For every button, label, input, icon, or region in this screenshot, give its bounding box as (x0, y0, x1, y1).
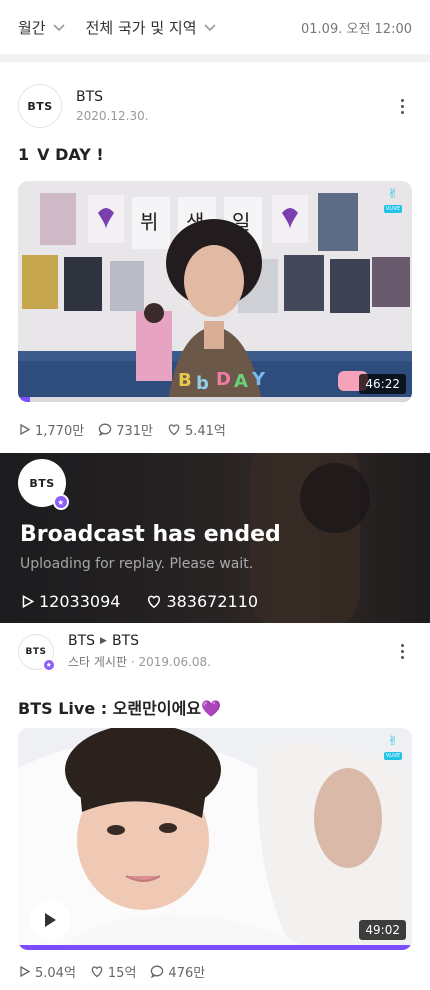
play-count: 1,770만 (18, 420, 84, 439)
author-name-text: BTS (68, 633, 96, 649)
video-duration: 46:22 (359, 374, 406, 394)
chevron-down-icon (203, 24, 216, 32)
play-count-text: 1,770만 (35, 424, 85, 439)
progress-track (18, 397, 412, 402)
post-header: BTS BTS 2020.12.30. (18, 84, 412, 128)
comment-icon (151, 965, 164, 978)
comment-count-text: 476만 (168, 966, 206, 981)
vlive-label: VLIVE (383, 205, 403, 213)
video-duration: 49:02 (359, 920, 406, 940)
thumbnail-image (18, 728, 412, 950)
chevron-down-icon (53, 24, 65, 32)
board-name: 스타 게시판 (68, 655, 128, 669)
play-count-text: 5.04억 (35, 966, 76, 981)
play-button[interactable] (30, 900, 70, 940)
author-name[interactable]: BTS (76, 89, 149, 105)
progress-bar (18, 945, 412, 950)
avatar-text: BTS (29, 476, 55, 490)
video-thumbnail[interactable]: ✌ VLIVE 49:02 (18, 728, 412, 950)
post-stats: 1,770만 731만 5.41억 (18, 420, 240, 439)
star-badge-icon: ★ (53, 494, 69, 510)
play-icon (45, 913, 56, 927)
period-filter-label: 월간 (18, 18, 46, 37)
vlive-logo: ✌ VLIVE (382, 734, 404, 764)
avatar[interactable]: BTS ★ (18, 633, 56, 672)
post-title-text: BTS Live : 오랜만이에요💜 (18, 699, 221, 718)
post-date: 2019.06.08. (138, 655, 211, 669)
heart-icon (168, 424, 180, 436)
more-options-icon[interactable] (392, 98, 412, 114)
play-icon (20, 965, 31, 978)
play-count: 12033094 (20, 592, 120, 611)
play-icon (20, 423, 31, 436)
post-header: BTS ★ BTS ▶ BTS 스타 게시판 · 2019.06.08. (18, 633, 412, 672)
thumbnail-image: 뷔 생 일 B b D A Y (18, 181, 412, 402)
broadcast-subtitle: Uploading for replay. Please wait. (20, 556, 254, 572)
svg-text:b: b (196, 373, 209, 394)
post-title-text: V DAY ! (37, 145, 104, 164)
avatar-text: BTS (27, 99, 53, 113)
vlive-logo: ✌ VLIVE (382, 187, 404, 217)
play-count-text: 12033094 (39, 592, 121, 611)
more-options-icon[interactable] (392, 644, 412, 659)
svg-text:뷔: 뷔 (140, 210, 158, 234)
svg-text:D: D (216, 369, 231, 390)
svg-text:Y: Y (251, 369, 266, 390)
svg-text:B: B (178, 370, 192, 391)
heart-icon (91, 966, 103, 978)
star-badge-icon: ★ (42, 657, 56, 672)
author-name-text: BTS (76, 89, 104, 105)
post-title[interactable]: BTS Live : 오랜만이에요💜 (18, 695, 221, 719)
update-timestamp: 01.09. 오전 12:00 (301, 21, 412, 37)
progress-bar (18, 397, 30, 402)
heart-icon (148, 595, 161, 609)
vlive-v-icon: ✌ (387, 187, 399, 202)
like-count-text: 15억 (107, 966, 137, 981)
author-name[interactable]: BTS ▶ BTS (68, 633, 211, 649)
like-count[interactable]: 15억 (90, 962, 137, 981)
post-date: 2020.12.30. (76, 109, 149, 123)
post-title[interactable]: 1 V DAY ! (18, 145, 104, 164)
rank-number: 1 (18, 145, 30, 164)
like-count[interactable]: 5.41억 (167, 420, 226, 439)
vlive-v-icon: ✌ (387, 734, 399, 749)
avatar-text: BTS (25, 646, 47, 657)
play-count: 5.04억 (18, 962, 76, 981)
broadcast-stats: 12033094 383672110 (20, 592, 284, 611)
comment-count[interactable]: 476만 (150, 962, 205, 981)
vlive-label: VLIVE (383, 752, 403, 760)
post-meta: 스타 게시판 · 2019.06.08. (68, 655, 211, 669)
svg-text:A: A (234, 371, 248, 392)
period-filter[interactable]: 월간 (18, 17, 66, 38)
region-filter-label: 전체 국가 및 지역 (85, 18, 197, 37)
target-name-text: BTS (111, 633, 140, 649)
filter-bar: 월간 전체 국가 및 지역 01.09. 오전 12:00 (0, 0, 430, 54)
broadcast-title: Broadcast has ended (20, 522, 281, 547)
video-thumbnail[interactable]: 뷔 생 일 B b D A Y ✌ VLIVE 46:22 (18, 181, 412, 402)
post-stats: 5.04억 15억 476만 (18, 962, 219, 981)
like-count-text: 383672110 (166, 592, 259, 611)
arrow-right-icon: ▶ (100, 636, 107, 646)
section-divider (0, 54, 430, 62)
comment-count[interactable]: 731만 (98, 420, 153, 439)
comment-icon (98, 423, 112, 436)
play-icon (22, 595, 35, 608)
broadcast-ended-card[interactable]: BTS ★ Broadcast has ended Uploading for … (0, 453, 430, 623)
avatar[interactable]: BTS (18, 84, 62, 128)
comment-count-text: 731만 (116, 424, 153, 439)
like-count: 383672110 (146, 592, 258, 611)
avatar[interactable]: BTS ★ (18, 459, 69, 510)
region-filter[interactable]: 전체 국가 및 지역 (86, 17, 217, 38)
like-count-text: 5.41억 (184, 424, 226, 439)
